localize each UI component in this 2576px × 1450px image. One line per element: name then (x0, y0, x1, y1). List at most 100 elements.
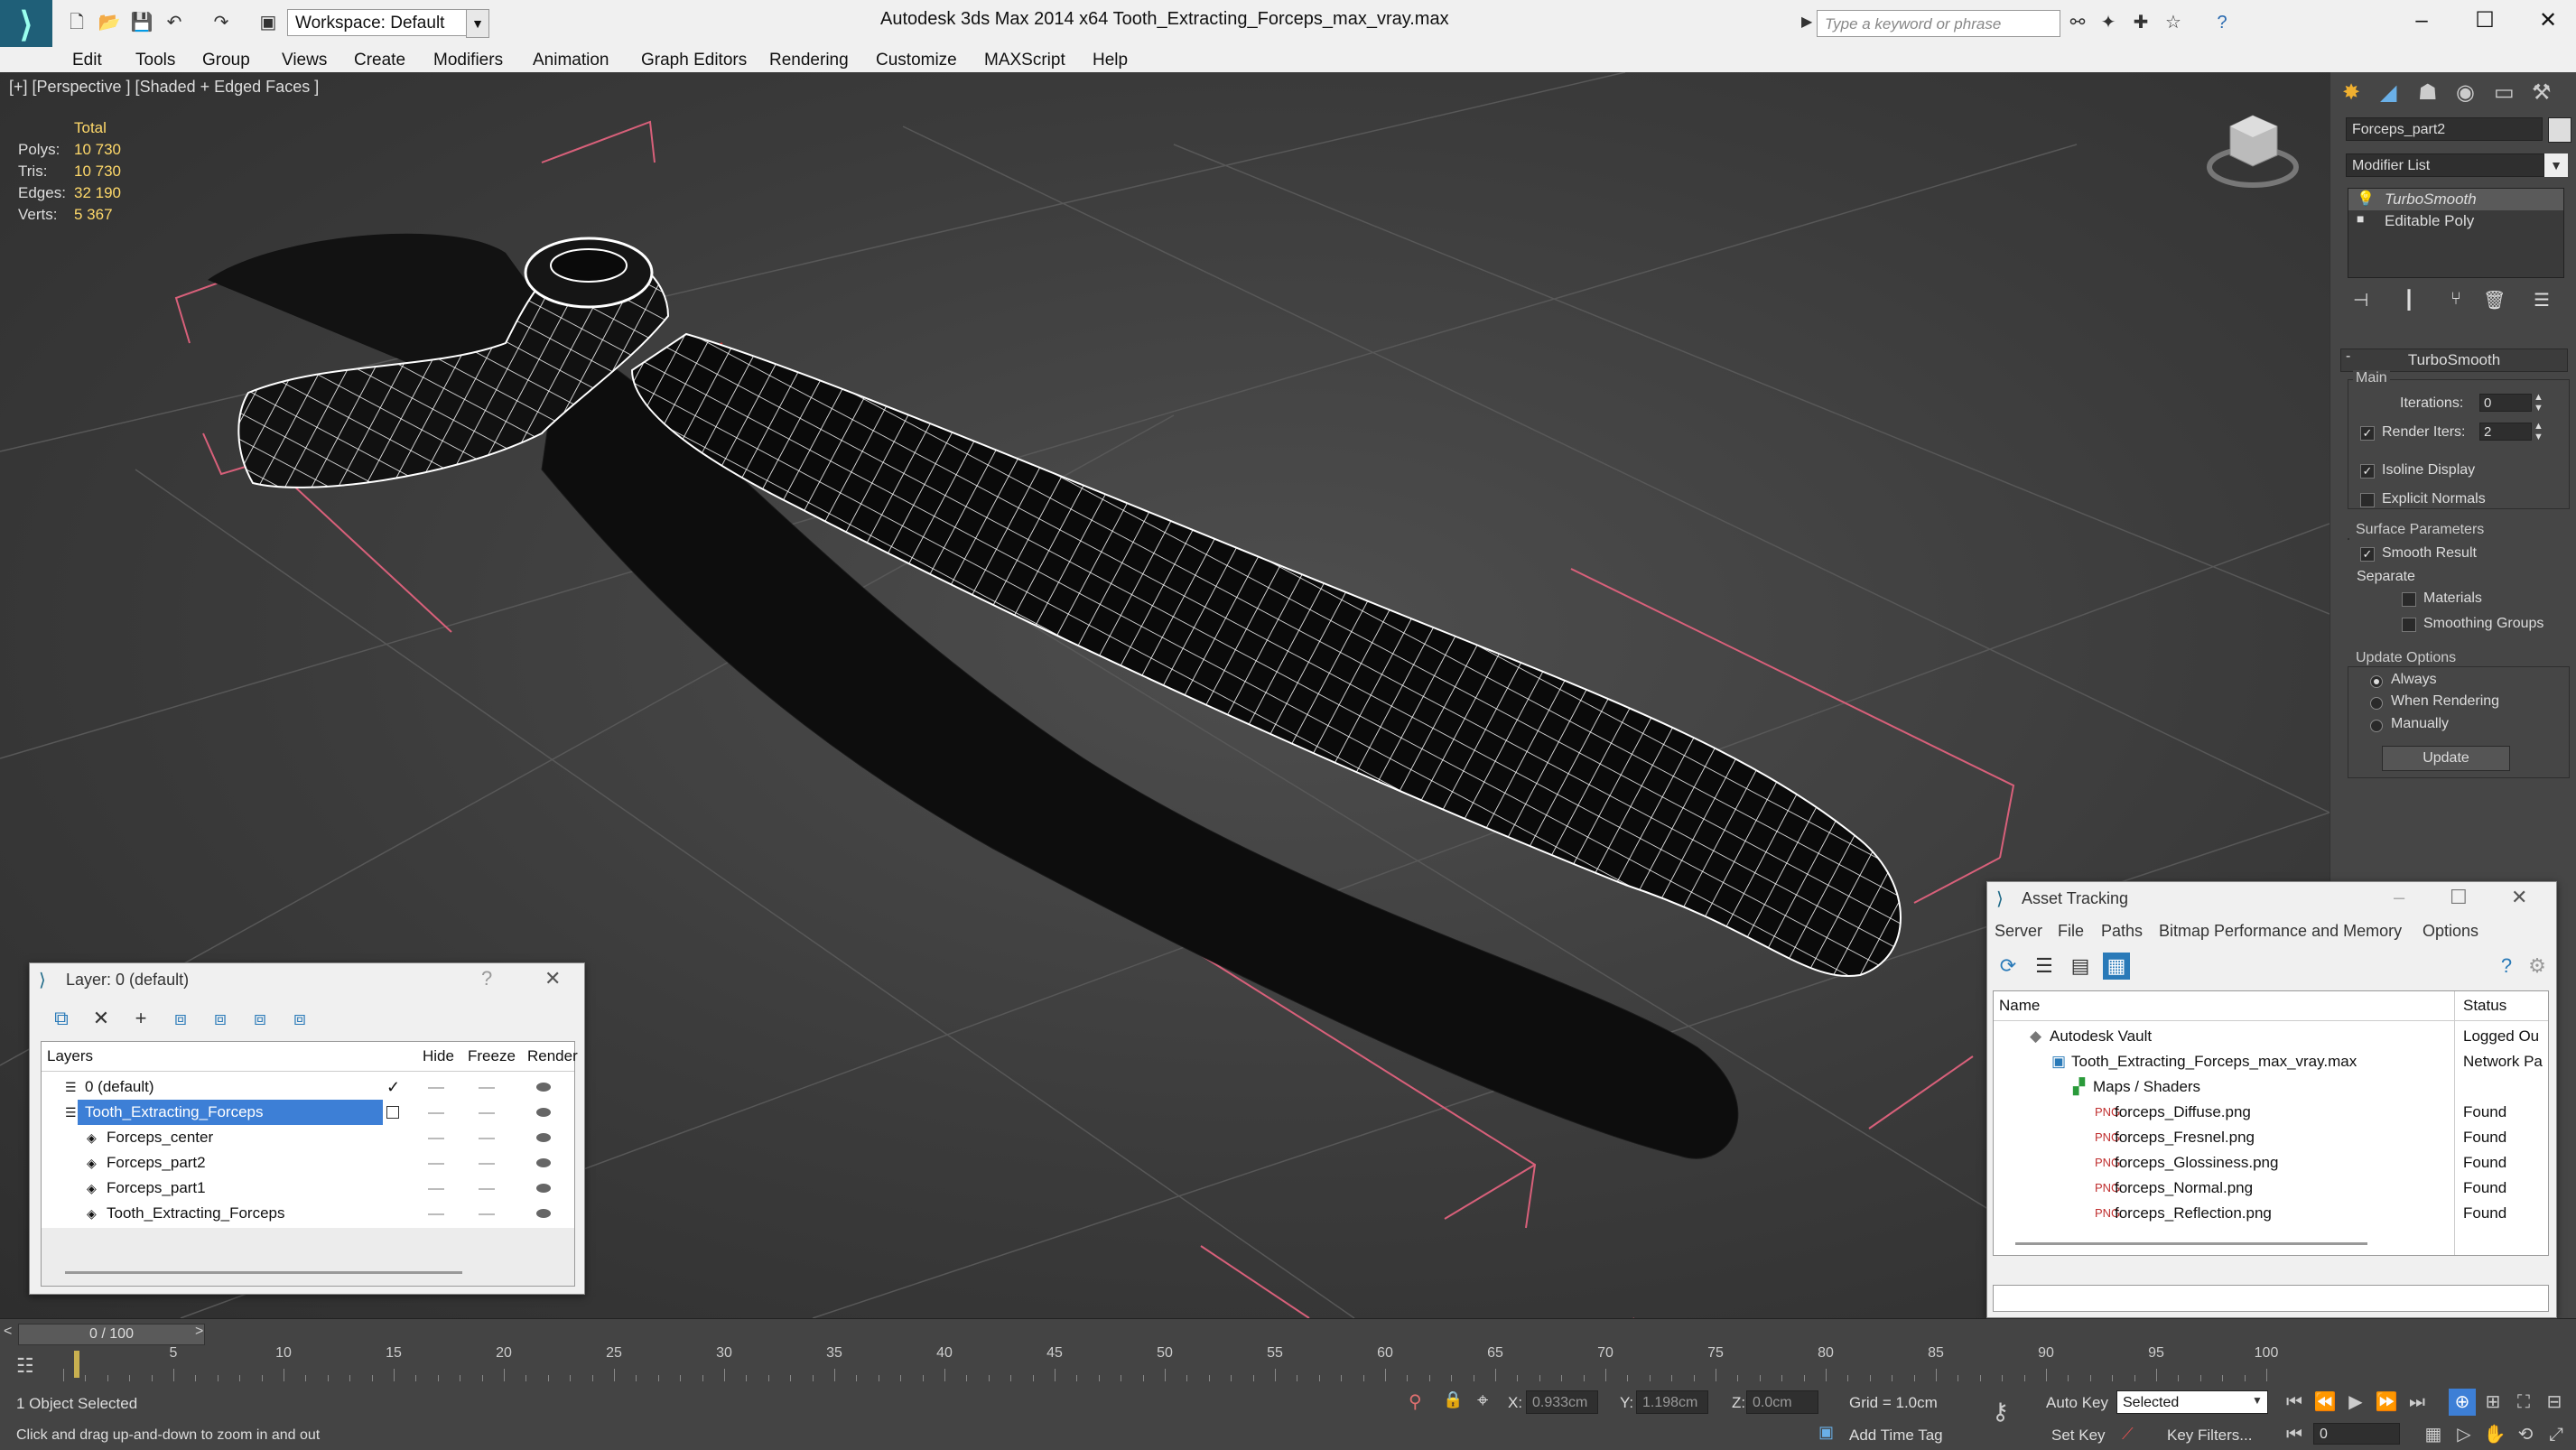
menu-graph-editors[interactable]: Graph Editors (641, 51, 747, 70)
favorites-star-icon[interactable]: ☆ (2162, 11, 2185, 34)
col-name[interactable]: Name (1999, 997, 2040, 1015)
create-tab-icon[interactable]: ✸ (2342, 79, 2360, 106)
layer-row[interactable]: ◈ Forceps_part2 (42, 1150, 574, 1176)
track-bar[interactable]: 5 10 15 20 25 30 35 40 45 50 55 60 65 70 75 80 85 90 95 100 (63, 1345, 2278, 1381)
menu-views[interactable]: Views (282, 51, 327, 70)
select-layer-icon[interactable]: ⧈ (167, 1005, 194, 1032)
col-status[interactable]: Status (2463, 997, 2506, 1015)
delete-layer-icon[interactable]: ✕ (88, 1005, 115, 1032)
orbit-icon[interactable]: ⟲ (2512, 1421, 2539, 1448)
hierarchy-tab-icon[interactable]: ☗ (2418, 79, 2438, 106)
explicit-normals-checkbox[interactable] (2360, 493, 2375, 507)
redo-icon[interactable]: ↷ (209, 11, 233, 34)
manually-radio[interactable] (2370, 720, 2383, 732)
menu-edit[interactable]: Edit (72, 51, 102, 70)
asset-row[interactable]: ◆ Autodesk Vault Logged Ou (1994, 1024, 2548, 1049)
goto-end-icon[interactable]: ⏭ (2404, 1389, 2431, 1416)
menu-tools[interactable]: Tools (135, 51, 175, 70)
communication-icon[interactable]: ✚ (2129, 11, 2153, 34)
modifier-list-dropdown[interactable]: Modifier List (2346, 153, 2544, 177)
key-filters-button[interactable]: Key Filters... (2167, 1427, 2252, 1445)
render-eye-icon[interactable] (536, 1158, 551, 1167)
grid-view-icon[interactable]: ▦ (2103, 953, 2130, 980)
col-freeze[interactable]: Freeze (468, 1047, 516, 1065)
asset-row[interactable]: PNG forceps_Reflection.png Found (1994, 1201, 2548, 1226)
refresh-icon[interactable]: ⟳ (1995, 953, 2022, 980)
set-key-button[interactable]: Set Key (2051, 1427, 2106, 1445)
asset-horizontal-scrollbar[interactable] (2015, 1242, 2367, 1245)
set-current-checkbox[interactable] (386, 1106, 399, 1119)
layer-row[interactable]: ☰ 0 (default) ✓ (42, 1074, 574, 1100)
play-icon[interactable]: ▶ (2342, 1389, 2369, 1416)
render-iters-spinner[interactable]: 2 (2479, 423, 2532, 441)
isolate-selection-icon[interactable]: ⚲ (1409, 1390, 1422, 1413)
remove-modifier-icon[interactable]: 🗑 (2483, 289, 2506, 311)
pan-view-icon[interactable]: ✋ (2481, 1421, 2508, 1448)
time-configuration-icon[interactable]: ▦ (2420, 1421, 2447, 1448)
menu-rendering[interactable]: Rendering (769, 51, 849, 70)
layer-row[interactable]: ☰ Tooth_Extracting_Forceps (42, 1100, 574, 1125)
col-layers[interactable]: Layers (47, 1047, 93, 1065)
maximize-icon[interactable]: ☐ (2467, 5, 2503, 36)
menu-create[interactable]: Create (354, 51, 405, 70)
current-frame-field[interactable]: 0 (2313, 1423, 2400, 1445)
viewcube[interactable] (2207, 115, 2299, 188)
create-layer-icon[interactable]: ⧉ (48, 1005, 75, 1032)
key-mode-toggle-icon[interactable]: ⏮ (2281, 1421, 2308, 1448)
time-slider[interactable]: 0 / 100 (18, 1324, 205, 1345)
maximize-viewport-icon[interactable]: ⤢ (2543, 1421, 2570, 1448)
object-name-field[interactable]: Forceps_part2 (2346, 117, 2543, 141)
zoom-all-icon[interactable]: ⊞ (2479, 1389, 2506, 1416)
asset-row[interactable]: PNG forceps_Glossiness.png Found (1994, 1150, 2548, 1176)
asset-row[interactable]: PNG forceps_Fresnel.png Found (1994, 1125, 2548, 1150)
lightbulb-icon[interactable]: 💡 (2357, 190, 2375, 208)
search-input[interactable]: Type a keyword or phrase (1817, 10, 2060, 37)
y-coord-field[interactable]: 1.198cm (1636, 1390, 1708, 1414)
render-eye-icon[interactable] (536, 1133, 551, 1142)
col-hide[interactable]: Hide (423, 1047, 454, 1065)
make-unique-icon[interactable]: ⑂ (2450, 289, 2461, 310)
key-set-chevron-icon[interactable]: ▼ (2252, 1394, 2263, 1407)
smoothing-groups-checkbox[interactable] (2402, 618, 2416, 632)
close-icon[interactable]: ✕ (2530, 5, 2566, 36)
asset-minimize-icon[interactable]: – (2394, 886, 2404, 909)
asset-help-icon[interactable]: ? (2493, 953, 2520, 980)
asset-menu-bitmap[interactable]: Bitmap Performance and Memory (2159, 922, 2402, 941)
menu-modifiers[interactable]: Modifiers (433, 51, 503, 70)
layer-close-icon[interactable]: ✕ (544, 967, 561, 990)
list-view-icon[interactable]: ☰ (2031, 953, 2058, 980)
open-file-icon[interactable]: 📂 (98, 11, 121, 34)
iterations-spinner[interactable]: 0 (2479, 394, 2532, 412)
modify-tab-icon[interactable]: ◢ (2380, 79, 2396, 106)
zoom-extents-all-icon[interactable]: ⊟ (2541, 1389, 2568, 1416)
layer-row[interactable]: ◈ Tooth_Extracting_Forceps (42, 1201, 574, 1226)
x-coord-field[interactable]: 0.933cm (1526, 1390, 1598, 1414)
next-key-icon[interactable]: ⏩ (2373, 1389, 2400, 1416)
auto-key-button[interactable]: Auto Key (2046, 1394, 2108, 1412)
stack-item-turbosmooth[interactable]: TurboSmooth (2348, 189, 2563, 210)
menu-customize[interactable]: Customize (876, 51, 957, 70)
subscription-icon[interactable]: ✦ (2097, 11, 2120, 34)
smooth-result-checkbox[interactable]: ✓ (2360, 547, 2375, 562)
col-render[interactable]: Render (527, 1047, 578, 1065)
help-icon[interactable]: ? (2210, 11, 2234, 34)
hide-all-layers-icon[interactable]: ⧈ (246, 1005, 274, 1032)
asset-maximize-icon[interactable]: ☐ (2450, 886, 2468, 909)
show-end-result-icon[interactable]: ┃ (2404, 289, 2414, 311)
z-coord-field[interactable]: 0.0cm (1746, 1390, 1818, 1414)
asset-menu-file[interactable]: File (2058, 922, 2084, 941)
when-rendering-radio[interactable] (2370, 697, 2383, 710)
render-eye-icon[interactable] (536, 1083, 551, 1092)
stack-expand-icon[interactable]: ■ (2357, 211, 2364, 226)
undo-icon[interactable]: ↶ (163, 11, 186, 34)
search-expand-icon[interactable]: ▶ (1801, 13, 1812, 31)
menu-help[interactable]: Help (1093, 51, 1128, 70)
app-logo-icon[interactable]: ⟩ (0, 0, 52, 52)
workspace-chevron-icon[interactable]: ▼ (466, 9, 489, 38)
display-tab-icon[interactable]: ▭ (2494, 79, 2515, 106)
always-radio[interactable] (2370, 675, 2383, 688)
table-view-icon[interactable]: ▤ (2067, 953, 2094, 980)
menu-animation[interactable]: Animation (533, 51, 609, 70)
render-iters-spinner-arrows-icon[interactable]: ▲ ▼ (2534, 421, 2543, 442)
key-set-dropdown[interactable]: Selected (2116, 1390, 2268, 1414)
